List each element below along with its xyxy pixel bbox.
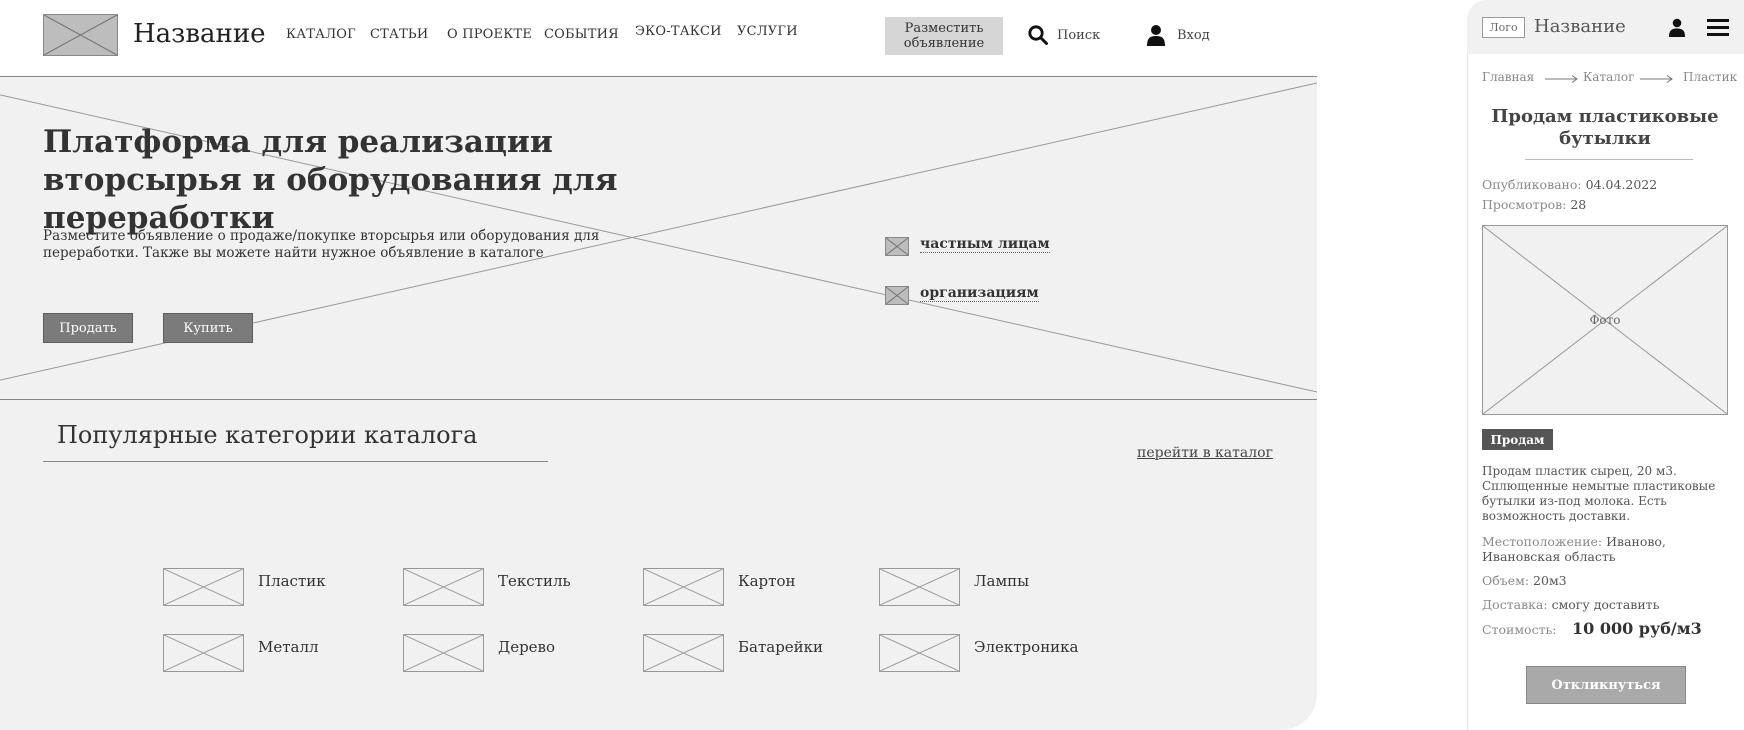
delivery-line: Доставка: смогу доставить: [1482, 597, 1659, 612]
categories-title: Популярные категории каталога: [57, 421, 478, 449]
breadcrumb-home[interactable]: Главная: [1482, 70, 1534, 84]
category-electronics[interactable]: Электроника: [974, 638, 1079, 656]
user-icon: [1147, 24, 1165, 46]
volume-value: 20м3: [1533, 573, 1567, 588]
mobile-logo[interactable]: Лого: [1482, 17, 1525, 38]
location-label: Местоположение:: [1482, 534, 1603, 549]
private-persons-icon: [885, 237, 909, 256]
location-line: Местоположение: Иваново, Ивановская обла…: [1482, 534, 1732, 564]
category-cardboard[interactable]: Картон: [738, 572, 795, 590]
delivery-value: смогу доставить: [1551, 597, 1660, 612]
search-button[interactable]: Поиск: [1027, 24, 1100, 46]
photo-label: Фото: [1589, 313, 1621, 327]
published-label: Опубликовано:: [1482, 177, 1582, 192]
views-line: Просмотров: 28: [1482, 197, 1586, 212]
volume-line: Объем: 20м3: [1482, 573, 1567, 588]
listing-title: Продам пластиковые бутылки: [1491, 106, 1719, 149]
arrow-right-icon: [1545, 73, 1579, 83]
nav-catalog[interactable]: КАТАЛОГ: [286, 27, 356, 42]
listing-photo[interactable]: Фото: [1482, 225, 1728, 415]
mobile-user-icon[interactable]: [1669, 18, 1685, 37]
sell-button[interactable]: Продать: [43, 313, 133, 343]
views-count: 28: [1570, 197, 1587, 212]
published-date: 04.04.2022: [1585, 177, 1658, 192]
site-name[interactable]: Название: [133, 19, 266, 49]
published-line: Опубликовано: 04.04.2022: [1482, 177, 1657, 192]
category-image[interactable]: [163, 568, 244, 606]
nav-events[interactable]: СОБЫТИЯ: [544, 27, 619, 42]
login-label: Вход: [1177, 27, 1210, 43]
search-icon: [1027, 24, 1049, 46]
post-ad-label: Разместить объявление: [903, 21, 985, 51]
nav-about[interactable]: О ПРОЕКТЕ: [447, 27, 532, 42]
delivery-label: Доставка:: [1482, 597, 1548, 612]
post-ad-button[interactable]: Разместить объявление: [885, 17, 1003, 55]
login-button[interactable]: Вход: [1147, 24, 1210, 46]
search-label: Поиск: [1057, 27, 1101, 43]
category-image[interactable]: [403, 568, 484, 606]
categories-section: [0, 400, 1317, 730]
breadcrumb: Главная Каталог Пластик: [1482, 70, 1742, 86]
breadcrumb-current: Пластик: [1683, 70, 1738, 84]
category-image[interactable]: [643, 634, 724, 672]
mobile-logo-label: Лого: [1489, 21, 1518, 34]
categories-title-underline: [43, 461, 548, 462]
respond-button[interactable]: Откликнуться: [1526, 666, 1686, 704]
hero-title: Платформа для реализации вторсырья и обо…: [43, 124, 618, 236]
organizations-icon: [885, 286, 909, 305]
nav-eco-taxi[interactable]: ЭКО-ТАКСИ: [635, 24, 722, 39]
organizations-link[interactable]: организациям: [920, 285, 1039, 302]
buy-button[interactable]: Купить: [163, 313, 253, 343]
mobile-site-name[interactable]: Название: [1534, 16, 1626, 37]
listing-description: Продам пластик сырец, 20 м3. Сплющенные …: [1482, 464, 1716, 523]
listing-title-underline: [1525, 159, 1693, 160]
catalog-link[interactable]: перейти в каталог: [1137, 445, 1273, 461]
nav-services[interactable]: УСЛУГИ: [737, 24, 798, 39]
category-image[interactable]: [163, 634, 244, 672]
category-plastic[interactable]: Пластик: [258, 572, 326, 590]
category-image[interactable]: [403, 634, 484, 672]
logo-image: [43, 14, 118, 56]
listing-type-badge: Продам: [1482, 429, 1553, 450]
category-lamps[interactable]: Лампы: [974, 572, 1029, 590]
menu-icon[interactable]: [1707, 18, 1729, 37]
category-wood[interactable]: Дерево: [498, 638, 555, 656]
price-label: Стоимость:: [1482, 622, 1557, 637]
hero-description: Разместите объявление о продаже/покупке …: [43, 228, 600, 261]
nav-articles[interactable]: СТАТЬИ: [370, 27, 428, 42]
category-metal[interactable]: Металл: [258, 638, 319, 656]
category-batteries[interactable]: Батарейки: [738, 638, 823, 656]
category-image[interactable]: [879, 568, 960, 606]
private-persons-link[interactable]: частным лицам: [920, 236, 1050, 253]
category-image[interactable]: [879, 634, 960, 672]
volume-label: Объем:: [1482, 573, 1530, 588]
category-image[interactable]: [643, 568, 724, 606]
arrow-right-icon: [1640, 73, 1674, 83]
breadcrumb-catalog[interactable]: Каталог: [1583, 70, 1634, 84]
views-label: Просмотров:: [1482, 197, 1567, 212]
price-value: 10 000 руб/м3: [1572, 619, 1702, 638]
category-textile[interactable]: Текстиль: [498, 572, 571, 590]
